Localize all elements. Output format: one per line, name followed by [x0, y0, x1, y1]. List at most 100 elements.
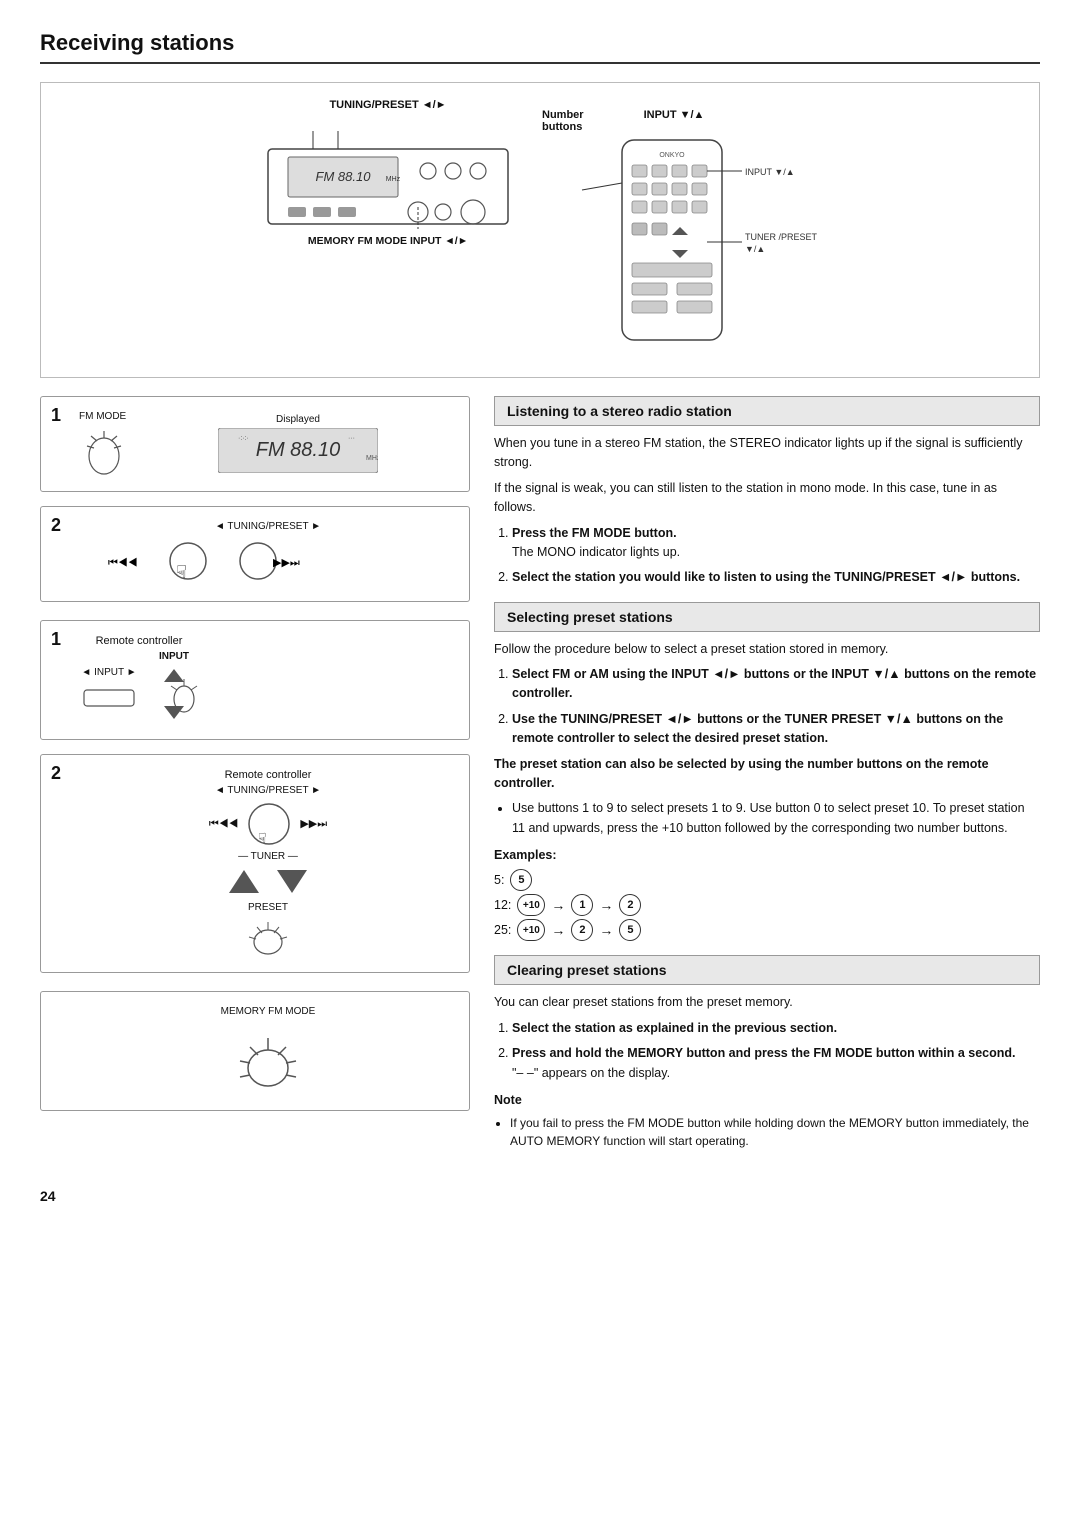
selecting-step1: Select FM or AM using the INPUT ◄/► butt…	[512, 665, 1040, 704]
input-arrows-svg	[149, 664, 199, 724]
hand-icon-1	[79, 426, 129, 476]
main-layout: 1 FM MODE Displayed	[40, 396, 1040, 1164]
ex3-btn2: 2	[571, 919, 593, 941]
note-block: Note If you fail to press the FM MODE bu…	[494, 1091, 1040, 1150]
section3-steps: MEMORY FM MODE	[40, 991, 470, 1111]
selecting-bold-note: The preset station can also be selected …	[494, 757, 989, 790]
step1-fm-box: 1 FM MODE Displayed	[40, 396, 470, 492]
svg-text:TUNER /PRESET: TUNER /PRESET	[745, 232, 818, 242]
svg-text:MHz: MHz	[366, 455, 378, 462]
ex2-btn2: 1	[571, 894, 593, 916]
svg-text:INPUT ▼/▲: INPUT ▼/▲	[745, 167, 795, 177]
input-arrow-label: ◄ INPUT ►	[81, 667, 136, 678]
example-2-row: 12: +10 → 1 → 2	[494, 894, 1040, 916]
example-1-row: 5: 5	[494, 869, 1040, 891]
top-diagram: TUNING/PRESET ◄/► FM 88.10 MHz MEMORY F	[40, 82, 1040, 378]
step2-remote-box: 2 Remote controller ◄ TUNING/PRESET ► ⏮◀…	[40, 754, 470, 973]
svg-text:▼/▲: ▼/▲	[745, 244, 765, 254]
ex2-num: 12:	[494, 896, 511, 915]
clearing-step1: Select the station as explained in the p…	[512, 1019, 1040, 1038]
selecting-section-header: Selecting preset stations	[494, 602, 1040, 632]
tuner-up-btn	[224, 865, 264, 900]
tuner-label-2: — TUNER —	[79, 851, 457, 862]
svg-text:☟: ☟	[176, 562, 187, 582]
tuning-preset-label: TUNING/PRESET ◄/►	[329, 99, 446, 111]
step1-remote-number: 1	[51, 629, 61, 650]
clearing-step2-sub: "– –" appears on the display.	[512, 1066, 670, 1080]
tuning-buttons-svg: ⏮◀◀ ☟ ▶▶⏭	[108, 536, 428, 586]
rc-label-1: Remote controller	[79, 635, 199, 647]
hand-icon-2	[241, 917, 296, 957]
fm-display: FM 88.10 MHz ·:·:· ···	[218, 428, 378, 473]
left-column: 1 FM MODE Displayed	[40, 396, 470, 1164]
page-number: 24	[40, 1188, 1040, 1204]
selecting-body: Follow the procedure below to select a p…	[494, 640, 1040, 659]
rc-label-2: Remote controller	[79, 769, 457, 781]
ex2-arrow2: →	[599, 895, 613, 917]
stereo-step2: Select the station you would like to lis…	[512, 568, 1040, 587]
ex1-num: 5:	[494, 871, 504, 890]
fm-mode-label: FM MODE	[79, 411, 129, 422]
step2-tuning-inner: ◄ TUNING/PRESET ► ⏮◀◀ ☟ ▶▶⏭	[53, 521, 457, 589]
memory-fm-input-label: MEMORY FM MODE INPUT ◄/►	[308, 235, 468, 247]
preset-label: PRESET	[79, 902, 457, 913]
selecting-section-content: Follow the procedure below to select a p…	[494, 640, 1040, 942]
stereo-body2: If the signal is weak, you can still lis…	[494, 479, 1040, 518]
clearing-body: You can clear preset stations from the p…	[494, 993, 1040, 1012]
stereo-step1-text: Press the FM MODE button.	[512, 526, 677, 540]
step1-remote-inner: Remote controller ◄ INPUT ►	[53, 635, 457, 727]
selecting-bullet: Use buttons 1 to 9 to select presets 1 t…	[512, 799, 1040, 838]
svg-text:☟: ☟	[258, 830, 267, 846]
section2-steps: 1 Remote controller ◄ INPUT ►	[40, 620, 470, 973]
clearing-section-content: You can clear preset stations from the p…	[494, 993, 1040, 1150]
circle-knob-svg: ☟	[244, 799, 294, 849]
step1-remote-box: 1 Remote controller ◄ INPUT ►	[40, 620, 470, 740]
clearing-step2-text: Press and hold the MEMORY button and pre…	[512, 1046, 1016, 1060]
tuner-down-btn	[272, 865, 312, 900]
input-label: INPUT ▼/▲	[644, 109, 705, 133]
svg-text:MHz: MHz	[386, 176, 401, 183]
svg-text:FM 88.10: FM 88.10	[316, 169, 372, 184]
ex3-arrow2: →	[599, 920, 613, 942]
stereo-step2-text: Select the station you would like to lis…	[512, 570, 1020, 584]
ex3-btn3: 5	[619, 919, 641, 941]
ex3-arrow1: →	[551, 920, 565, 942]
note-bullet: If you fail to press the FM MODE button …	[510, 1114, 1040, 1150]
input-bar-svg	[79, 682, 139, 712]
selecting-step2-text: Use the TUNING/PRESET ◄/► buttons or the…	[512, 712, 1003, 745]
note-title: Note	[494, 1091, 1040, 1110]
step1-number: 1	[51, 405, 61, 426]
page-title: Receiving stations	[40, 30, 1040, 64]
step2-tuning-box: 2 ◄ TUNING/PRESET ► ⏮◀◀ ☟ ▶▶⏭	[40, 506, 470, 602]
remote-svg: ONKYO	[542, 135, 822, 365]
stereo-section-header: Listening to a stereo radio station	[494, 396, 1040, 426]
tuning-preset-step-label: ◄ TUNING/PRESET ►	[79, 521, 457, 532]
example-3-row: 25: +10 → 2 → 5	[494, 919, 1040, 941]
selecting-step1-text: Select FM or AM using the INPUT ◄/► butt…	[512, 667, 1036, 700]
main-unit-svg: FM 88.10 MHz	[258, 119, 518, 239]
step2-remote-number: 2	[51, 763, 61, 784]
examples-block: Examples: 5: 5 12: +10 → 1 → 2 25:	[494, 846, 1040, 941]
stereo-step1: Press the FM MODE button. The MONO indic…	[512, 524, 1040, 563]
stereo-step1-sub: The MONO indicator lights up.	[512, 545, 680, 559]
selecting-step2: Use the TUNING/PRESET ◄/► buttons or the…	[512, 710, 1040, 749]
right-column: Listening to a stereo radio station When…	[494, 396, 1040, 1164]
svg-text:·:·:·: ·:·:·	[238, 435, 249, 442]
stereo-body1: When you tune in a stereo FM station, th…	[494, 434, 1040, 473]
stereo-section-content: When you tune in a stereo FM station, th…	[494, 434, 1040, 588]
ex2-arrow1: →	[551, 895, 565, 917]
examples-label: Examples:	[494, 846, 1040, 865]
ex2-btn1: +10	[517, 894, 545, 916]
ex2-btn3: 2	[619, 894, 641, 916]
memory-fm-mode-label: MEMORY FM MODE	[79, 1006, 457, 1017]
ex3-num: 25:	[494, 921, 511, 940]
svg-text:⏮◀◀: ⏮◀◀	[108, 557, 138, 569]
step2-remote-inner: Remote controller ◄ TUNING/PRESET ► ⏮◀◀ …	[53, 769, 457, 960]
hand-memory-svg	[228, 1023, 308, 1093]
tuning-preset-label2: ◄ TUNING/PRESET ►	[79, 785, 457, 796]
step2-number: 2	[51, 515, 61, 536]
step3-memory-box: MEMORY FM MODE	[40, 991, 470, 1111]
svg-text:FM 88.10: FM 88.10	[256, 439, 340, 461]
input-btn-label: INPUT	[149, 651, 199, 662]
ex1-btn: 5	[510, 869, 532, 891]
